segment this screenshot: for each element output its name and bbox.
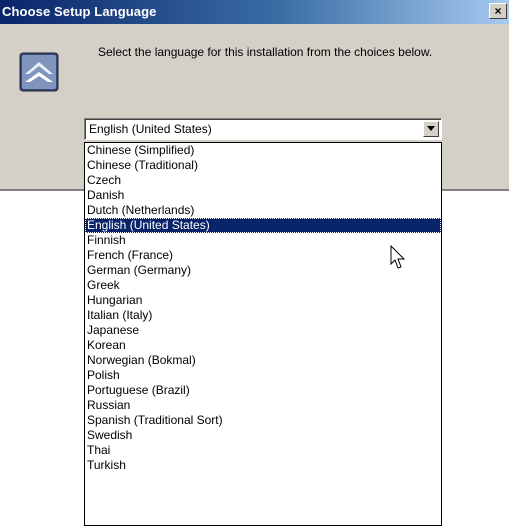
instruction-text: Select the language for this installatio… — [98, 45, 433, 59]
language-options-list[interactable]: Chinese (Simplified) Chinese (Traditional… — [84, 142, 442, 526]
language-option[interactable]: Russian — [85, 398, 441, 413]
window-title: Choose Setup Language — [2, 4, 157, 19]
language-option[interactable]: Portuguese (Brazil) — [85, 383, 441, 398]
language-option[interactable]: Thai — [85, 443, 441, 458]
language-option[interactable]: Finnish — [85, 233, 441, 248]
language-option[interactable]: Hungarian — [85, 293, 441, 308]
language-option[interactable]: German (Germany) — [85, 263, 441, 278]
language-option[interactable]: Korean — [85, 338, 441, 353]
title-bar[interactable]: Choose Setup Language × — [0, 0, 509, 24]
close-button[interactable]: × — [489, 3, 507, 19]
language-option[interactable]: Swedish — [85, 428, 441, 443]
language-option[interactable]: Polish — [85, 368, 441, 383]
language-option[interactable]: Chinese (Simplified) — [85, 143, 441, 158]
language-option[interactable]: Czech — [85, 173, 441, 188]
language-option[interactable]: Norwegian (Bokmal) — [85, 353, 441, 368]
language-option[interactable]: Chinese (Traditional) — [85, 158, 441, 173]
close-icon: × — [494, 4, 502, 18]
chevron-down-icon — [427, 126, 435, 131]
language-option[interactable]: Greek — [85, 278, 441, 293]
language-option[interactable]: Italian (Italy) — [85, 308, 441, 323]
language-option[interactable]: English (United States) — [85, 218, 441, 233]
language-option[interactable]: Danish — [85, 188, 441, 203]
setup-icon — [19, 52, 59, 92]
language-option[interactable]: Dutch (Netherlands) — [85, 203, 441, 218]
language-dropdown-value: English (United States) — [89, 122, 212, 136]
language-option[interactable]: Turkish — [85, 458, 441, 473]
mouse-cursor-icon — [390, 245, 406, 269]
dropdown-button[interactable] — [423, 121, 439, 137]
language-option[interactable]: Japanese — [85, 323, 441, 338]
language-option[interactable]: Spanish (Traditional Sort) — [85, 413, 441, 428]
language-dropdown[interactable]: English (United States) — [84, 118, 442, 140]
language-option[interactable]: French (France) — [85, 248, 441, 263]
